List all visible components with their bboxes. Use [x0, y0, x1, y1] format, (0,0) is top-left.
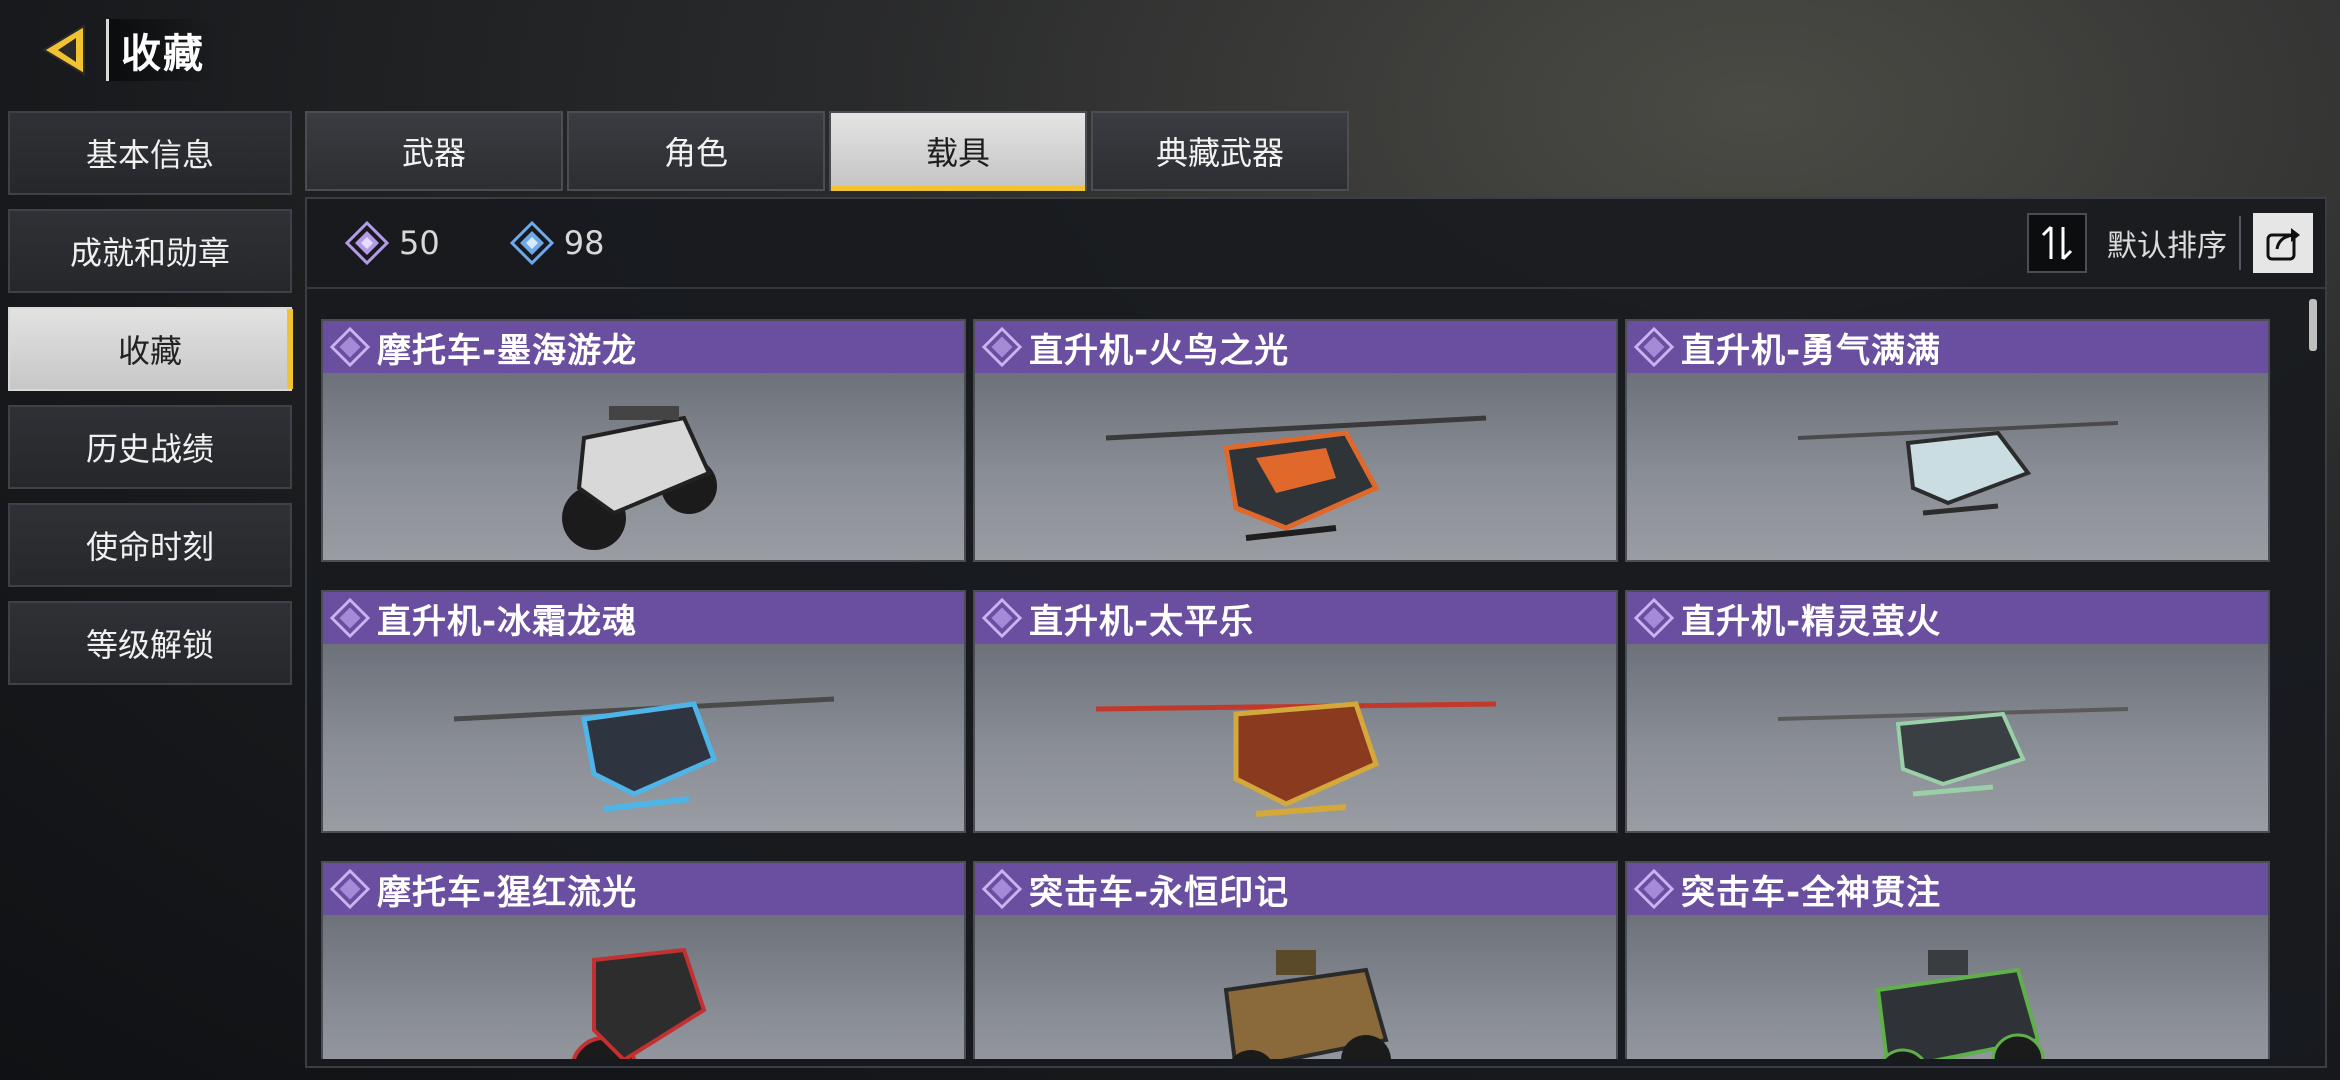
vehicle-card[interactable]: 直升机-勇气满满 [1625, 319, 2270, 562]
purple-diamond-icon [329, 868, 371, 910]
purple-diamond-icon [345, 221, 389, 265]
motorcycle-image [561, 405, 717, 550]
blue-rarity-count: 98 [509, 221, 605, 265]
vehicle-card[interactable]: 摩托车-墨海游龙 [321, 319, 966, 562]
purple-diamond-icon [981, 597, 1023, 639]
purple-diamond-icon [1633, 326, 1675, 368]
purple-diamond-icon [981, 326, 1023, 368]
card-title-bar: 直升机-太平乐 [975, 592, 1616, 644]
sort-toggle-button[interactable] [2027, 213, 2087, 273]
sort-toggle-icon [2041, 225, 2073, 261]
sidebar-item-label: 等级解锁 [85, 626, 214, 664]
vehicle-name: 突击车-永恒印记 [1029, 872, 1290, 913]
sidebar-item-label: 收藏 [117, 332, 182, 370]
sort-area: 默认排序 [2027, 213, 2313, 273]
share-button[interactable] [2253, 213, 2313, 273]
vehicle-image [1627, 373, 2268, 560]
purple-diamond-icon [329, 326, 371, 368]
vehicle-image [323, 915, 964, 1059]
purple-diamond-icon [1633, 868, 1675, 910]
helicopter-image [453, 696, 834, 812]
card-title-bar: 直升机-火鸟之光 [975, 321, 1616, 373]
purple-rarity-count: 50 [345, 221, 440, 265]
vehicle-name: 摩托车-墨海游龙 [377, 330, 638, 371]
tab-vehicles[interactable]: 载具 [829, 111, 1087, 191]
buggy-image [1875, 949, 2044, 1059]
vehicle-name: 突击车-全神贯注 [1681, 872, 1942, 913]
sidebar-item-label: 基本信息 [85, 136, 214, 174]
vehicle-image [323, 644, 964, 831]
vehicle-image [975, 644, 1616, 831]
sidebar-item-mission-moments[interactable]: 使命时刻 [8, 503, 292, 587]
vehicle-image [1627, 915, 2268, 1059]
sidebar: 基本信息 成就和勋章 收藏 历史战绩 使命时刻 等级解锁 [8, 111, 293, 699]
divider [2239, 216, 2241, 270]
sidebar-item-basic-info[interactable]: 基本信息 [8, 111, 292, 195]
sidebar-item-history[interactable]: 历史战绩 [8, 405, 292, 489]
card-title-bar: 摩托车-猩红流光 [323, 863, 964, 915]
purple-count-value: 50 [399, 224, 440, 262]
helicopter-image [1105, 415, 1486, 541]
title-wrap: 收藏 [106, 19, 217, 81]
vehicle-name: 直升机-火鸟之光 [1029, 330, 1290, 371]
back-button[interactable] [30, 14, 102, 86]
top-bar: 收藏 [30, 14, 217, 86]
collection-panel: 50 98 默认排序 摩托车-墨海游龙 直升机-火鸟之光 直升机-勇气满满 直升… [305, 197, 2327, 1068]
vehicle-name: 直升机-勇气满满 [1681, 330, 1942, 371]
card-title-bar: 直升机-勇气满满 [1627, 321, 2268, 373]
vehicle-name: 直升机-太平乐 [1029, 601, 1255, 642]
back-arrow-icon [42, 24, 85, 76]
purple-diamond-icon [1633, 597, 1675, 639]
sidebar-item-collection[interactable]: 收藏 [8, 307, 293, 391]
tab-label: 载具 [925, 134, 990, 172]
vehicle-card[interactable]: 摩托车-猩红流光 [321, 861, 966, 1059]
vehicle-image [975, 373, 1616, 560]
sidebar-item-label: 成就和勋章 [69, 234, 230, 272]
helicopter-image [1095, 700, 1496, 817]
vehicle-grid: 摩托车-墨海游龙 直升机-火鸟之光 直升机-勇气满满 直升机-冰霜龙魂 直升机-… [321, 319, 2281, 1059]
vehicle-card[interactable]: 直升机-火鸟之光 [973, 319, 1618, 562]
share-icon [2266, 228, 2300, 261]
vehicle-card[interactable]: 直升机-冰霜龙魂 [321, 590, 966, 833]
tab-collector-weapons[interactable]: 典藏武器 [1091, 111, 1349, 191]
blue-diamond-icon [509, 221, 554, 265]
sidebar-item-label: 使命时刻 [85, 528, 214, 566]
card-title-bar: 直升机-精灵萤火 [1627, 592, 2268, 644]
helicopter-image [1797, 420, 2118, 515]
tab-weapons[interactable]: 武器 [305, 111, 563, 191]
scrollbar-thumb[interactable] [2309, 299, 2317, 351]
vehicle-card[interactable]: 突击车-永恒印记 [973, 861, 1618, 1059]
vehicle-card[interactable]: 突击车-全神贯注 [1625, 861, 2270, 1059]
vehicle-image [1627, 644, 2268, 831]
category-tabs: 武器 角色 载具 典藏武器 [305, 111, 1353, 191]
vehicle-image [323, 373, 964, 560]
purple-diamond-icon [981, 868, 1023, 910]
sidebar-item-level-unlock[interactable]: 等级解锁 [8, 601, 292, 685]
vehicle-name: 直升机-精灵萤火 [1681, 601, 1942, 642]
panel-header: 50 98 默认排序 [307, 199, 2325, 289]
blue-count-value: 98 [563, 224, 605, 262]
card-title-bar: 摩托车-墨海游龙 [323, 321, 964, 373]
tab-label: 典藏武器 [1155, 134, 1284, 172]
card-title-bar: 突击车-永恒印记 [975, 863, 1616, 915]
purple-diamond-icon [329, 597, 371, 639]
card-title-bar: 突击车-全神贯注 [1627, 863, 2268, 915]
buggy-image [1223, 949, 1391, 1059]
vehicle-name: 直升机-冰霜龙魂 [377, 601, 638, 642]
vehicle-card[interactable]: 直升机-精灵萤火 [1625, 590, 2270, 833]
vehicle-image [975, 915, 1616, 1059]
tab-label: 角色 [663, 134, 728, 172]
vehicle-card[interactable]: 直升机-太平乐 [973, 590, 1618, 833]
vehicle-name: 摩托车-猩红流光 [377, 872, 638, 913]
motorcycle-image [571, 947, 706, 1059]
page-title: 收藏 [121, 31, 205, 77]
sidebar-item-label: 历史战绩 [85, 430, 214, 468]
tab-label: 武器 [401, 134, 466, 172]
sidebar-item-achievements[interactable]: 成就和勋章 [8, 209, 292, 293]
tab-characters[interactable]: 角色 [567, 111, 825, 191]
sort-label[interactable]: 默认排序 [2107, 221, 2227, 265]
helicopter-image [1777, 706, 2128, 796]
card-title-bar: 直升机-冰霜龙魂 [323, 592, 964, 644]
